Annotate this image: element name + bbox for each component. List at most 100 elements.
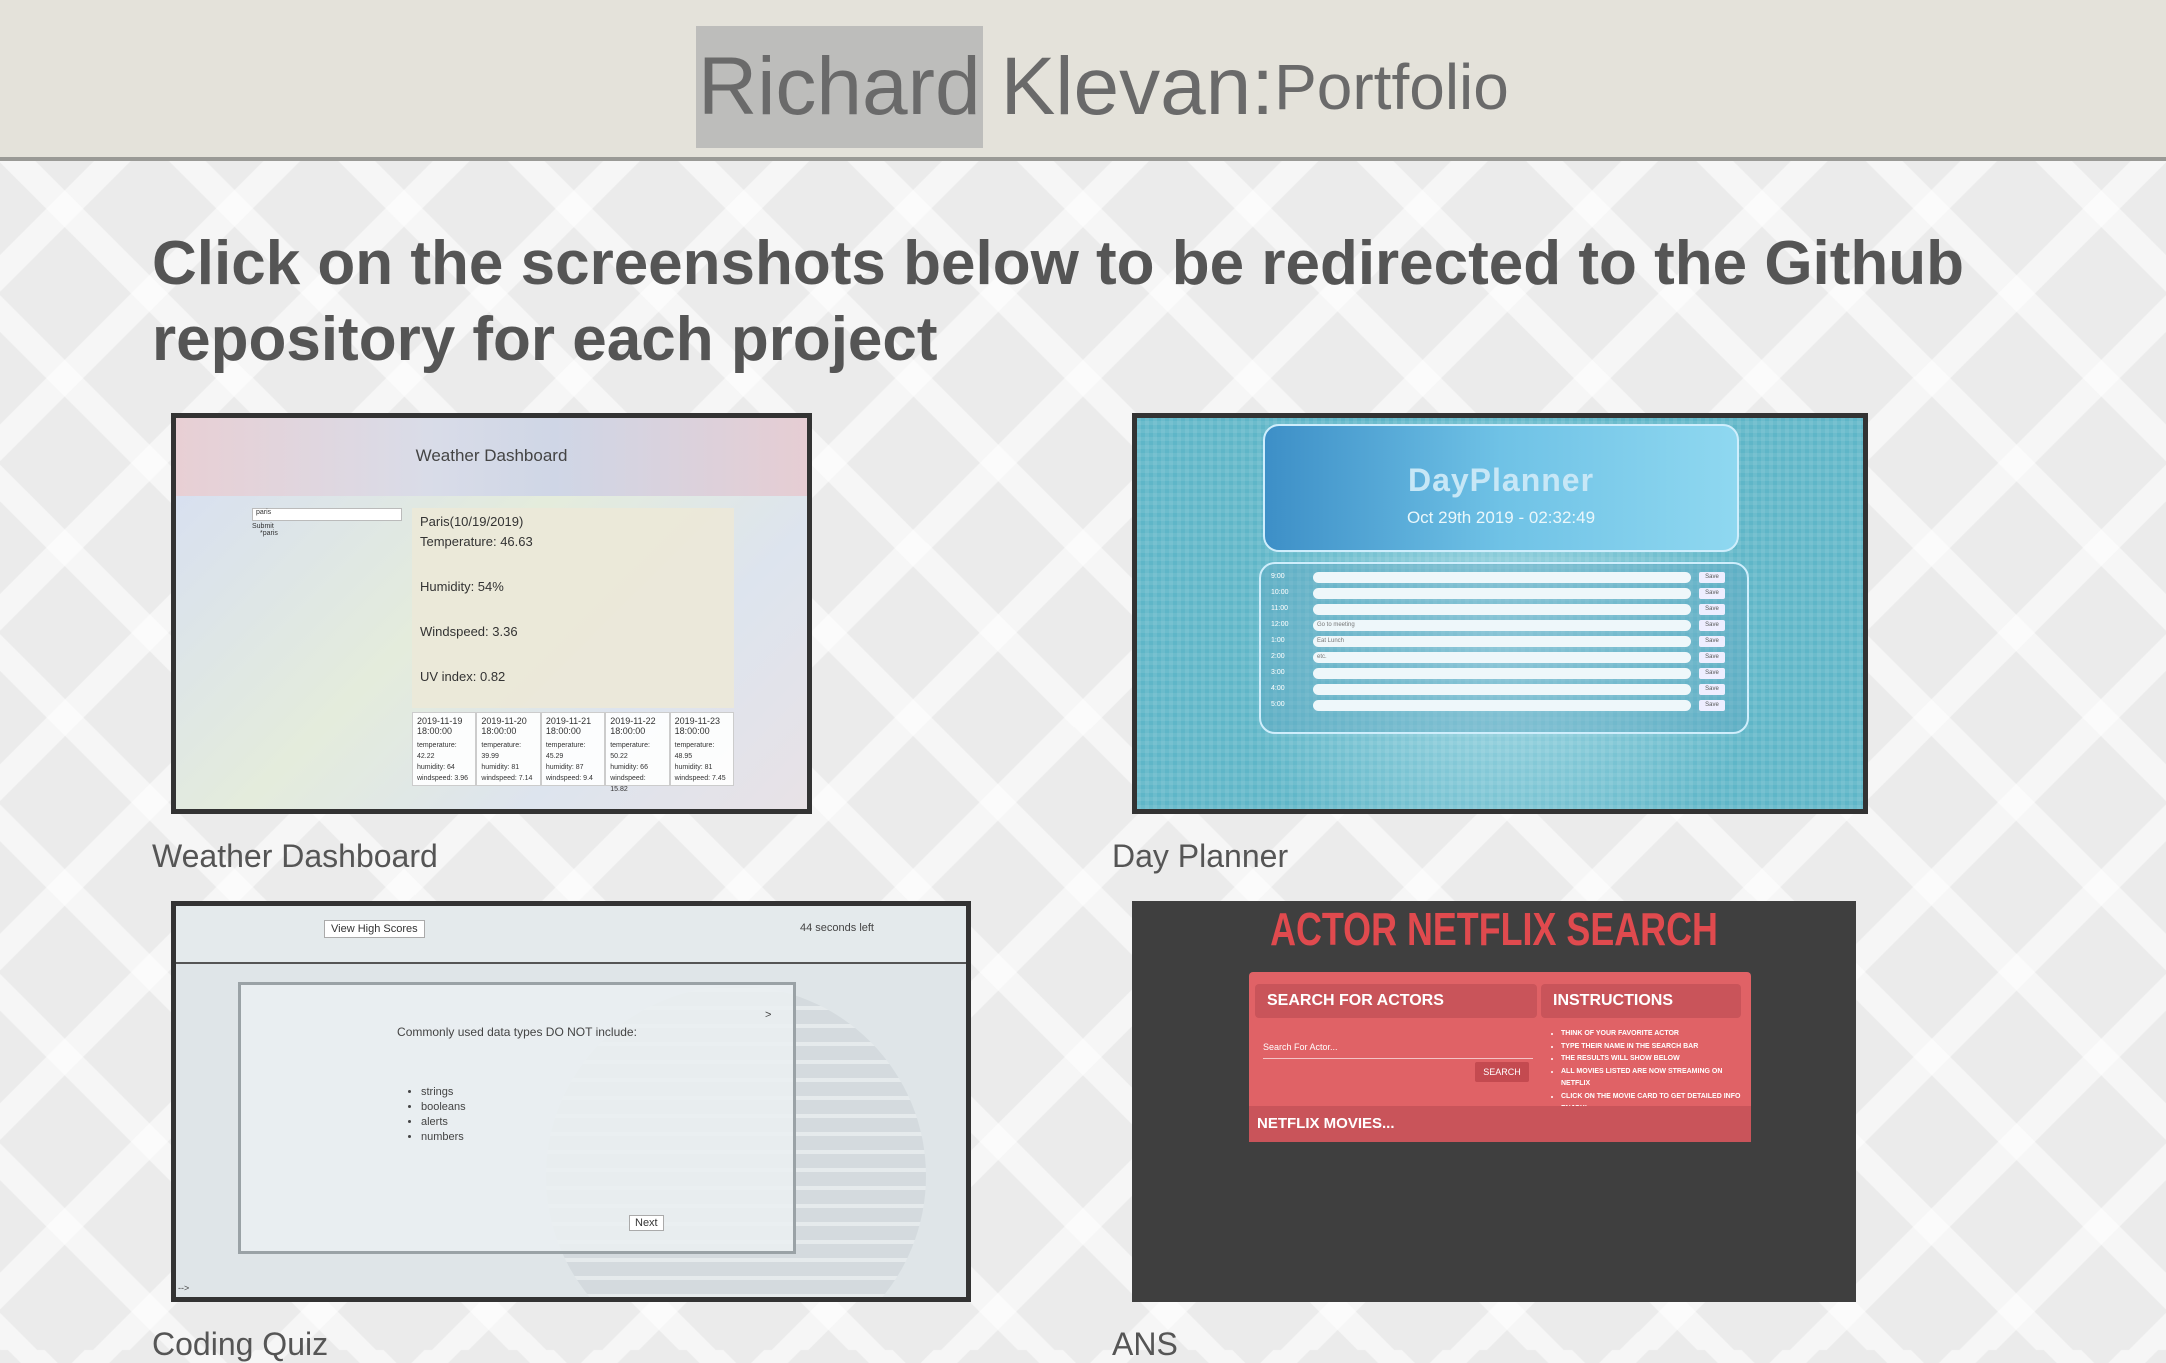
forecast-day: 2019-11-20 18:00:00 temperature: 39.99 hum… bbox=[476, 712, 541, 786]
quiz-preview-topbar: View High Scores 44 seconds left bbox=[176, 906, 966, 964]
planner-row-time: 11:00 bbox=[1271, 605, 1288, 612]
planner-row-input: etc. bbox=[1313, 652, 1691, 663]
planner-row-time: 5:00 bbox=[1271, 701, 1285, 708]
quiz-option: booleans bbox=[421, 1100, 466, 1115]
forecast-temp: temperature: 48.95 bbox=[674, 742, 715, 760]
weather-preview-sidebar: paris Submit *paris bbox=[252, 508, 402, 552]
forecast-hum: humidity: 81 bbox=[481, 764, 520, 771]
planner-row-time: 9:00 bbox=[1271, 573, 1285, 580]
forecast-day: 2019-11-19 18:00:00 temperature: 42.22 hum… bbox=[412, 712, 477, 786]
planner-row-input: Go to meeting bbox=[1313, 620, 1691, 631]
forecast-wind: windspeed: 9.4 bbox=[545, 775, 593, 782]
quiz-preview-timer: 44 seconds left bbox=[800, 922, 874, 934]
day-planner-caption[interactable]: Day Planner bbox=[1112, 838, 1288, 875]
weather-preview-current: Paris(10/19/2019) Temperature: 46.63 Hum… bbox=[412, 508, 734, 708]
ans-instruction: TYPE THEIR NAME IN THE SEARCH BAR bbox=[1561, 1041, 1751, 1054]
weather-preview-uv: UV index: 0.82 bbox=[420, 669, 506, 684]
forecast-date: 2019-11-20 18:00:00 bbox=[481, 716, 527, 736]
forecast-day: 2019-11-22 18:00:00 temperature: 50.22 hum… bbox=[605, 712, 670, 793]
forecast-date: 2019-11-19 18:00:00 bbox=[417, 716, 463, 736]
forecast-hum: humidity: 87 bbox=[545, 764, 584, 771]
planner-row-time: 12:00 bbox=[1271, 621, 1289, 628]
forecast-date: 2019-11-23 18:00:00 bbox=[674, 716, 720, 736]
quiz-preview-question-box: > Commonly used data types DO NOT includ… bbox=[238, 982, 796, 1254]
planner-row: 4:00 Save bbox=[1269, 684, 1739, 696]
planner-row-save: Save bbox=[1699, 700, 1725, 711]
ans-preview-search-input: Search For Actor... bbox=[1263, 1042, 1533, 1059]
planner-row: 10:00 Save bbox=[1269, 588, 1739, 600]
planner-row-input bbox=[1313, 604, 1691, 615]
planner-row-time: 4:00 bbox=[1271, 685, 1285, 692]
planner-row-time: 3:00 bbox=[1271, 669, 1285, 676]
weather-preview-temp: Temperature: 46.63 bbox=[420, 534, 533, 549]
quiz-option: numbers bbox=[421, 1130, 466, 1145]
planner-row-input bbox=[1313, 700, 1691, 711]
planner-row: 2:00 etc. Save bbox=[1269, 652, 1739, 664]
forecast-wind: windspeed: 7.45 bbox=[674, 775, 726, 782]
forecast-temp: temperature: 45.29 bbox=[545, 742, 586, 760]
forecast-day: 2019-11-23 18:00:00 temperature: 48.95 hum… bbox=[669, 712, 735, 786]
planner-row: 1:00 Eat Lunch Save bbox=[1269, 636, 1739, 648]
planner-row: 11:00 Save bbox=[1269, 604, 1739, 616]
quiz-preview-options: strings booleans alerts numbers bbox=[421, 1085, 466, 1145]
forecast-date: 2019-11-21 18:00:00 bbox=[545, 716, 592, 736]
brand[interactable]: Richard Klevan: Portfolio bbox=[696, 26, 1509, 148]
planner-preview-jumbotron: DayPlanner Oct 29th 2019 - 02:32:49 bbox=[1263, 424, 1739, 552]
planner-row-save: Save bbox=[1699, 572, 1725, 583]
forecast-hum: humidity: 81 bbox=[674, 764, 713, 771]
quiz-preview-arrow: > bbox=[765, 1009, 772, 1021]
ans-preview-panel: SEARCH FOR ACTORS INSTRUCTIONS Search Fo… bbox=[1249, 972, 1751, 1142]
quiz-option: strings bbox=[421, 1085, 466, 1100]
planner-preview-title: DayPlanner bbox=[1407, 462, 1595, 498]
ans-preview-instructions: THINK OF YOUR FAVORITE ACTOR TYPE THEIR … bbox=[1549, 1028, 1751, 1116]
forecast-day: 2019-11-21 18:00:00 temperature: 45.29 hum… bbox=[540, 712, 606, 786]
planner-row-input bbox=[1313, 588, 1691, 599]
planner-row: 9:00 Save bbox=[1269, 572, 1739, 584]
ans-preview-title: ACTOR NETFLIX SEARCH bbox=[1270, 903, 1718, 955]
ans-instruction: ALL MOVIES LISTED ARE NOW STREAMING ON N… bbox=[1561, 1066, 1751, 1091]
quiz-preview-high-scores: View High Scores bbox=[324, 920, 425, 938]
planner-row: 3:00 Save bbox=[1269, 668, 1739, 680]
weather-preview-city: Paris(10/19/2019) bbox=[420, 514, 524, 529]
planner-preview-date: Oct 29th 2019 - 02:32:49 bbox=[1406, 508, 1596, 527]
ans-preview-instructions-heading: INSTRUCTIONS bbox=[1541, 984, 1741, 1018]
brand-last-name[interactable]: Klevan: bbox=[1001, 26, 1275, 148]
ans-preview-search-heading: SEARCH FOR ACTORS bbox=[1255, 984, 1537, 1018]
planner-row-time: 1:00 bbox=[1271, 637, 1285, 644]
coding-quiz-screenshot[interactable]: View High Scores 44 seconds left > Commo… bbox=[171, 901, 971, 1302]
planner-row-input bbox=[1313, 572, 1691, 583]
quiz-preview-footer-arrow: --> bbox=[178, 1283, 190, 1293]
weather-dashboard-caption[interactable]: Weather Dashboard bbox=[152, 838, 438, 875]
weather-preview-body: paris Submit *paris Paris(10/19/2019) Te… bbox=[176, 496, 807, 809]
brand-subtitle[interactable]: Portfolio bbox=[1274, 26, 1509, 148]
weather-dashboard-screenshot[interactable]: Weather Dashboard paris Submit *paris Pa… bbox=[171, 413, 812, 814]
planner-row: 5:00 Save bbox=[1269, 700, 1739, 712]
quiz-option: alerts bbox=[421, 1115, 466, 1130]
planner-row: 12:00 Go to meeting Save bbox=[1269, 620, 1739, 632]
ans-caption[interactable]: ANS bbox=[1112, 1326, 1178, 1363]
intro-heading: Click on the screenshots below to be red… bbox=[152, 229, 1965, 374]
forecast-hum: humidity: 66 bbox=[610, 764, 648, 771]
planner-row-save: Save bbox=[1699, 636, 1725, 647]
brand-first-name[interactable]: Richard bbox=[696, 26, 983, 148]
planner-row-time: 10:00 bbox=[1271, 589, 1289, 596]
forecast-wind: windspeed: 3.96 bbox=[417, 775, 468, 782]
forecast-hum: humidity: 64 bbox=[417, 764, 455, 771]
ans-preview-search-button: SEARCH bbox=[1475, 1062, 1529, 1082]
forecast-wind: windspeed: 7.14 bbox=[481, 775, 533, 782]
weather-preview-title: Weather Dashboard bbox=[415, 446, 568, 465]
coding-quiz-caption[interactable]: Coding Quiz bbox=[152, 1326, 328, 1363]
day-planner-screenshot[interactable]: DayPlanner Oct 29th 2019 - 02:32:49 9:00… bbox=[1132, 413, 1868, 814]
quiz-preview-next: Next bbox=[629, 1215, 664, 1231]
planner-row-save: Save bbox=[1699, 668, 1725, 679]
forecast-temp: temperature: 42.22 bbox=[417, 742, 457, 760]
planner-row-save: Save bbox=[1699, 684, 1725, 695]
weather-preview-header: Weather Dashboard bbox=[176, 418, 807, 497]
planner-row-save: Save bbox=[1699, 620, 1725, 631]
ans-screenshot[interactable]: ACTOR NETFLIX SEARCH SEARCH FOR ACTORS I… bbox=[1132, 901, 1856, 1302]
ans-preview-movies-heading: NETFLIX MOVIES... bbox=[1249, 1106, 1751, 1142]
quiz-preview-question: Commonly used data types DO NOT include: bbox=[397, 1025, 637, 1039]
planner-row-save: Save bbox=[1699, 652, 1725, 663]
ans-instruction: THE RESULTS WILL SHOW BELOW bbox=[1561, 1053, 1751, 1066]
weather-preview-wind: Windspeed: 3.36 bbox=[420, 624, 518, 639]
